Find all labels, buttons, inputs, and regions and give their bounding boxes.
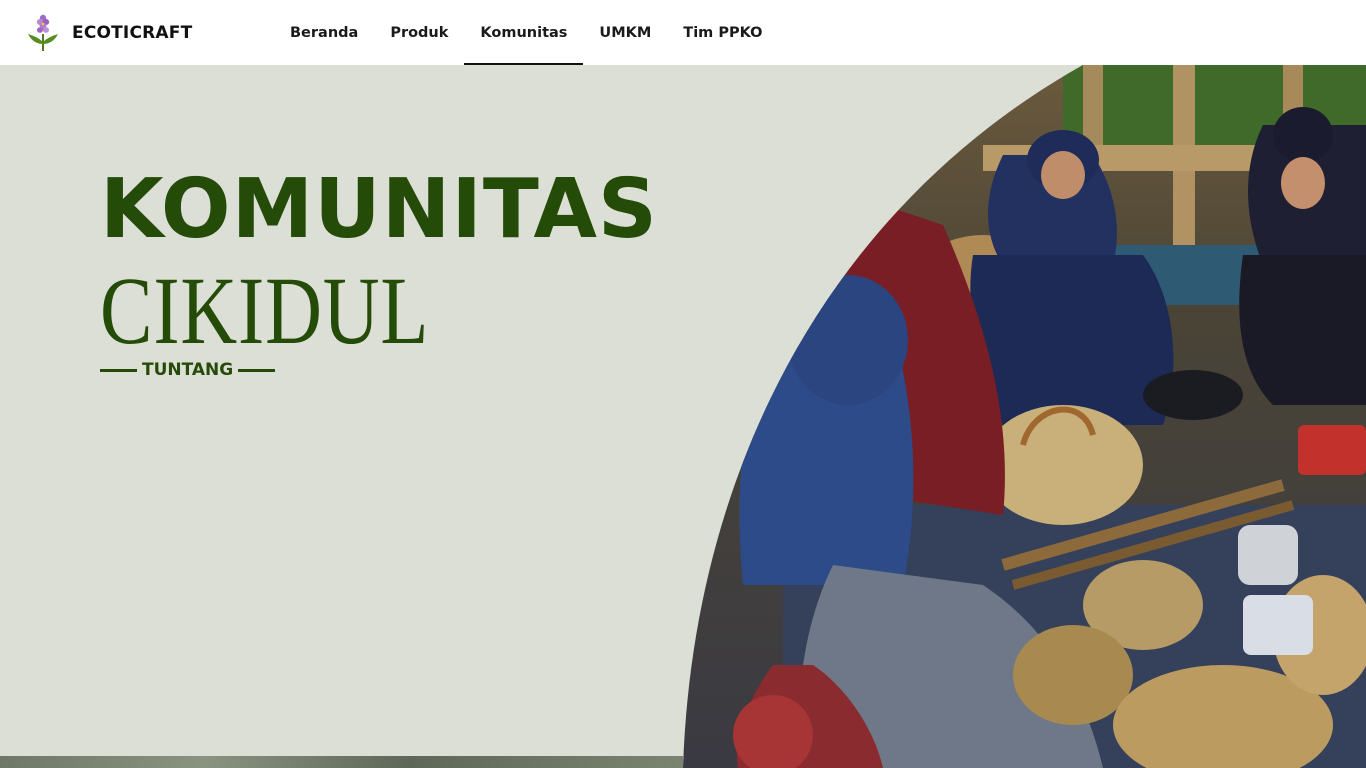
nav-tim-ppko[interactable]: Tim PPKO: [667, 0, 778, 65]
hero-section: KOMUNITAS CIKIDUL TUNTANG: [0, 65, 1366, 768]
nav-label: Produk: [390, 24, 449, 41]
navbar: ECOTICRAFT Beranda Produk Komunitas UMKM…: [0, 0, 1366, 65]
hero-location-tag: TUNTANG: [100, 360, 276, 380]
hero-title: KOMUNITAS: [100, 162, 658, 257]
nav-beranda[interactable]: Beranda: [274, 0, 374, 65]
nav-komunitas[interactable]: Komunitas: [464, 0, 584, 65]
nav-label: UMKM: [599, 24, 652, 41]
nav-label: Tim PPKO: [683, 24, 763, 41]
main-nav: Beranda Produk Komunitas UMKM Tim PPKO: [274, 0, 778, 65]
tag-rule-left: [100, 368, 137, 372]
tag-rule-right: [238, 368, 276, 372]
hero-subtitle: CIKIDUL: [100, 257, 430, 364]
water-hyacinth-flower-icon: [28, 14, 58, 51]
nav-umkm[interactable]: UMKM: [583, 0, 667, 65]
hero-tag-text: TUNTANG: [142, 360, 234, 380]
brand-name: ECOTICRAFT: [72, 23, 193, 43]
brand-logo[interactable]: ECOTICRAFT: [26, 14, 192, 52]
next-section-strip: [0, 756, 683, 768]
community-photo: [683, 65, 1366, 768]
nav-label: Beranda: [290, 24, 359, 41]
community-photo-image: [683, 65, 1366, 768]
nav-produk[interactable]: Produk: [374, 0, 464, 65]
nav-label: Komunitas: [480, 24, 568, 41]
